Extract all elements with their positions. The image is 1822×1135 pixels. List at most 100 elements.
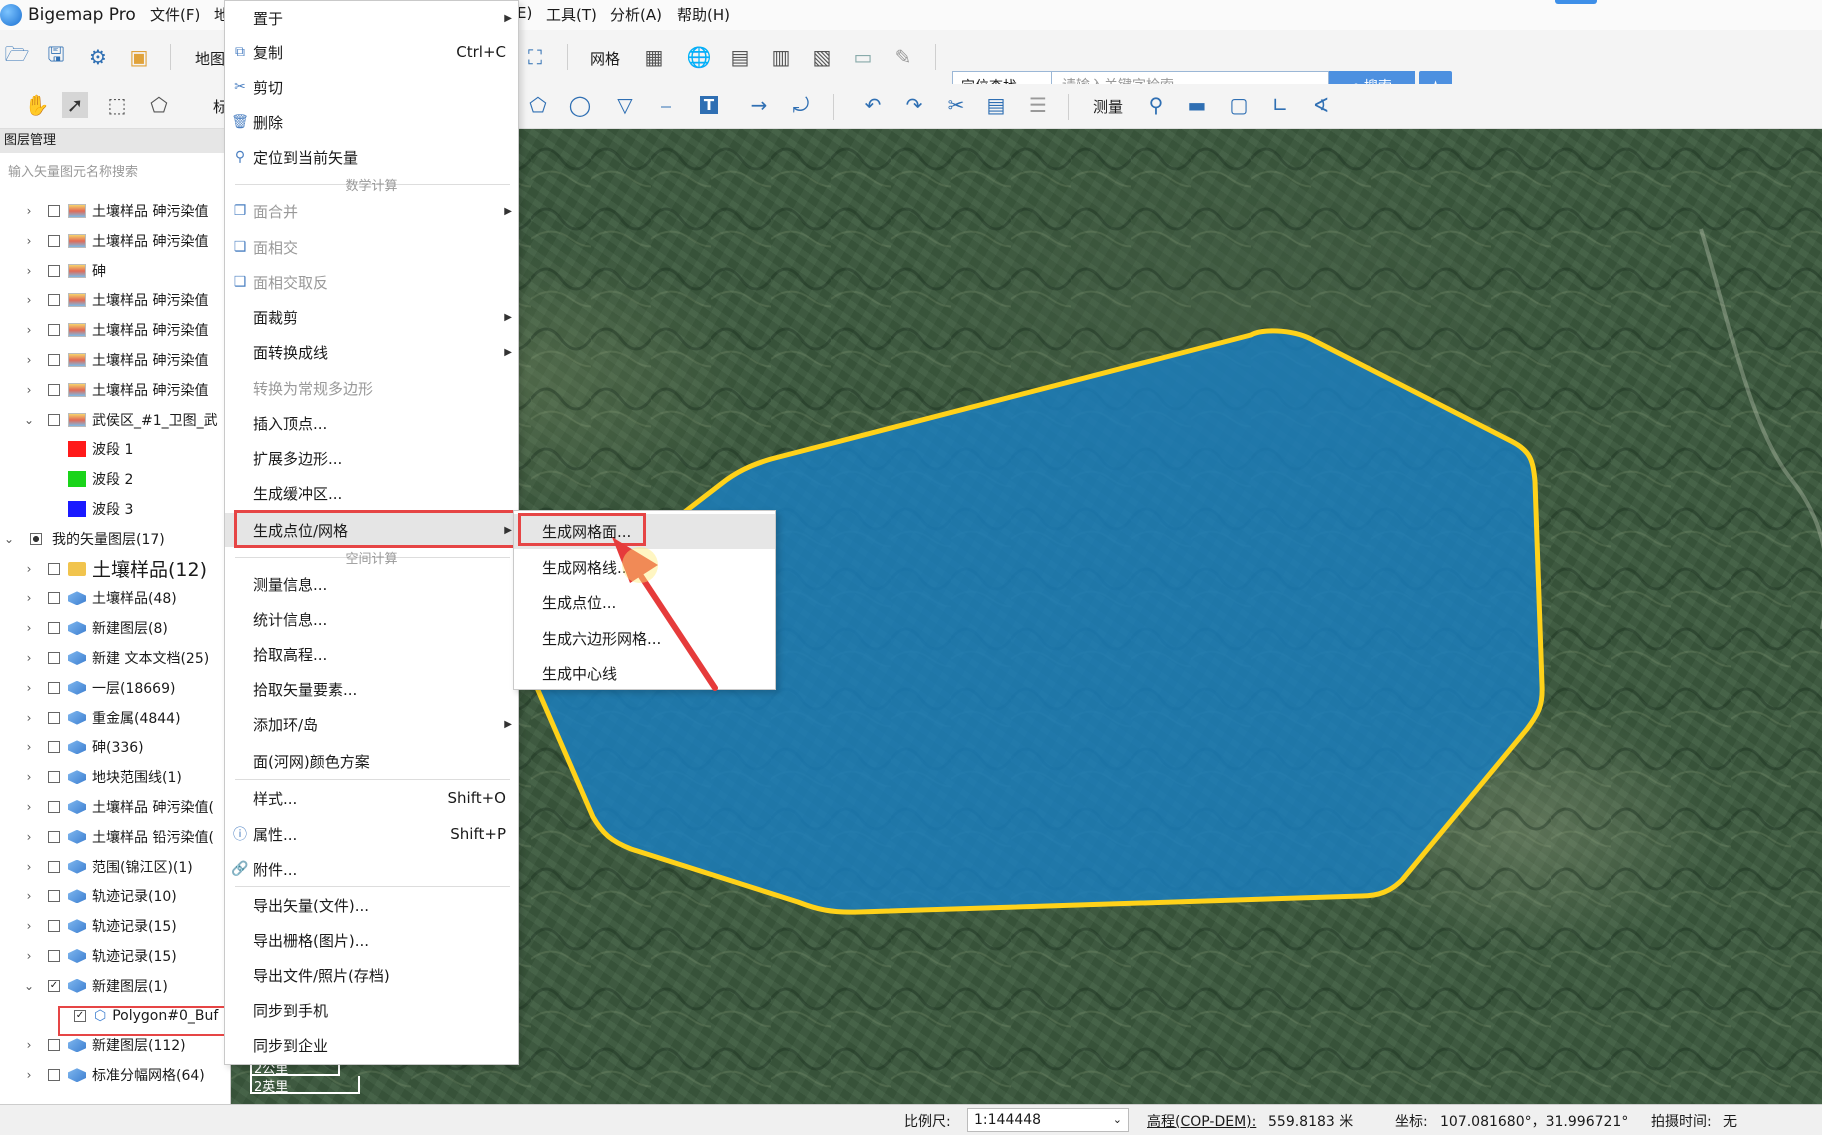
layer-checkbox[interactable]: [48, 205, 60, 217]
layer-row[interactable]: › 新建图层(112): [0, 1032, 230, 1058]
menu-item[interactable]: 🗑 删除: [225, 105, 518, 139]
layer-row[interactable]: › 土壤样品 砷污染值: [0, 287, 230, 313]
layer-checkbox[interactable]: [48, 383, 60, 396]
menu-item[interactable]: 导出矢量(文件)...: [225, 888, 518, 922]
chevron-right-icon[interactable]: ›: [22, 1068, 36, 1082]
menu-file[interactable]: 文件(F): [150, 4, 200, 25]
layer-row[interactable]: › 一层(18669): [0, 675, 230, 701]
layer-checkbox[interactable]: [48, 681, 60, 694]
layer-checkbox[interactable]: [48, 354, 60, 366]
layer-checkbox[interactable]: [48, 324, 60, 337]
chevron-right-icon[interactable]: ›: [22, 830, 36, 844]
band-row[interactable]: 波段 2: [0, 466, 230, 492]
menu-item[interactable]: 扩展多边形...: [225, 441, 518, 475]
menu-analysis[interactable]: 分析(A): [610, 4, 662, 25]
layer-row[interactable]: › 新建图层(8): [0, 615, 230, 641]
chevron-right-icon[interactable]: ›: [22, 293, 36, 307]
group-checkbox[interactable]: [30, 532, 42, 545]
layer-row[interactable]: › 土壤样品 砷污染值: [0, 317, 230, 343]
menu-item[interactable]: 面转换成线 ▶: [225, 335, 518, 369]
layer-checkbox[interactable]: [48, 622, 60, 635]
measure-area-icon[interactable]: ▢: [1226, 92, 1252, 118]
layer-row[interactable]: › 标准分幅网格(64): [0, 1062, 230, 1088]
menu-item[interactable]: 面(河网)颜色方案: [225, 744, 518, 778]
layer-checkbox[interactable]: [48, 801, 60, 813]
layer-row[interactable]: › 土壤样品(12): [0, 556, 230, 582]
layer-row[interactable]: › 轨迹记录(15): [0, 913, 230, 939]
layer-row[interactable]: › 土壤样品 砷污染值: [0, 228, 230, 254]
layer-row[interactable]: › 土壤样品 砷污染值(: [0, 794, 230, 820]
scale-select[interactable]: 1:144448 ⌄: [967, 1108, 1129, 1132]
layer-row[interactable]: ⌄ 武侯区_#1_卫图_武: [0, 407, 230, 433]
layer-checkbox[interactable]: [48, 562, 60, 575]
layer-checkbox[interactable]: [48, 294, 60, 307]
menu-item[interactable]: 添加环/岛 ▶: [225, 707, 518, 741]
layer-checkbox[interactable]: [48, 830, 60, 843]
chevron-right-icon[interactable]: ›: [22, 770, 36, 784]
map-source-label[interactable]: 地图: [195, 48, 225, 69]
layer-row[interactable]: › 土壤样品 砷污染值: [0, 377, 230, 403]
layer-row[interactable]: › 砷: [0, 258, 230, 284]
document-icon[interactable]: ▤: [983, 92, 1009, 118]
menu-item[interactable]: 拾取高程...: [225, 637, 518, 671]
chevron-right-icon[interactable]: ›: [22, 621, 36, 635]
layer-card-icon[interactable]: ▭: [850, 44, 876, 70]
layer-row[interactable]: › 轨迹记录(15): [0, 943, 230, 969]
layer-checkbox[interactable]: [48, 741, 60, 754]
chevron-right-icon[interactable]: ›: [22, 353, 36, 367]
pan-hand-icon[interactable]: ✋: [24, 92, 50, 118]
image-icon[interactable]: ▣: [126, 44, 152, 70]
menu-item[interactable]: 🔗 附件...: [225, 852, 518, 886]
undo-icon[interactable]: ↶: [860, 92, 886, 118]
grid-icon[interactable]: ▦: [641, 44, 667, 70]
chevron-right-icon[interactable]: ›: [22, 234, 36, 248]
nm-grid-icon[interactable]: ▥: [768, 44, 794, 70]
menu-item[interactable]: 置于 ▶: [225, 1, 518, 35]
layer-row[interactable]: › 新建 文本文档(25): [0, 645, 230, 671]
layer-row[interactable]: › 重金属(4844): [0, 705, 230, 731]
layer-row[interactable]: ⌄ ✓ 新建图层(1): [0, 973, 230, 999]
scissors-icon[interactable]: ✂: [943, 92, 969, 118]
settings-gear-icon[interactable]: ⚙: [85, 44, 111, 70]
layer-checkbox[interactable]: [48, 234, 60, 247]
menu-item[interactable]: ⚲ 定位到当前矢量: [225, 140, 518, 174]
chevron-right-icon[interactable]: ›: [22, 1038, 36, 1052]
grid-label[interactable]: 网格: [590, 48, 620, 69]
chevron-right-icon[interactable]: ›: [22, 889, 36, 903]
chevron-right-icon[interactable]: ›: [22, 204, 36, 218]
chevron-right-icon[interactable]: ›: [22, 264, 36, 278]
layer-checkbox[interactable]: [48, 652, 60, 664]
menu-item[interactable]: 统计信息...: [225, 602, 518, 636]
chevron-right-icon[interactable]: ›: [22, 591, 36, 605]
layer-checkbox[interactable]: [48, 711, 60, 724]
layer-checkbox[interactable]: [48, 920, 60, 933]
layer-checkbox[interactable]: [48, 413, 60, 426]
select-arrow-icon[interactable]: ➚: [62, 92, 88, 118]
km-grid-icon[interactable]: ▤: [727, 44, 753, 70]
menu-item[interactable]: ✂ 剪切: [225, 70, 518, 104]
menu-edit-partial[interactable]: E): [517, 4, 532, 22]
measure-azimuth-icon[interactable]: ∢: [1308, 92, 1334, 118]
layer-row[interactable]: › 轨迹记录(10): [0, 883, 230, 909]
layer-checkbox[interactable]: [48, 592, 60, 605]
layer-checkbox[interactable]: [48, 771, 60, 784]
band-row[interactable]: 波段 3: [0, 496, 230, 522]
menu-tools[interactable]: 工具(T): [546, 4, 597, 25]
chevron-down-icon[interactable]: ⌄: [2, 532, 16, 546]
menu-item[interactable]: 样式... Shift+O: [225, 781, 518, 815]
layer-row[interactable]: › 砷(336): [0, 734, 230, 760]
polygon-select-icon[interactable]: ⬠: [146, 92, 172, 118]
chevron-down-icon[interactable]: ⌄: [22, 413, 36, 427]
chevron-right-icon[interactable]: ›: [22, 711, 36, 725]
chevron-right-icon[interactable]: ›: [22, 383, 36, 397]
draw-ruler-icon[interactable]: ⎯: [653, 92, 679, 118]
chevron-right-icon[interactable]: ›: [22, 800, 36, 814]
layer-checkbox[interactable]: [48, 950, 60, 962]
chevron-right-icon[interactable]: ›: [22, 919, 36, 933]
chevron-right-icon[interactable]: ›: [22, 681, 36, 695]
layer-checkbox[interactable]: [48, 860, 60, 873]
layer-checkbox[interactable]: [48, 890, 60, 903]
fullscreen-icon[interactable]: ⛶: [522, 44, 548, 70]
chevron-right-icon[interactable]: ›: [22, 949, 36, 963]
layer-checkbox[interactable]: [48, 264, 60, 277]
